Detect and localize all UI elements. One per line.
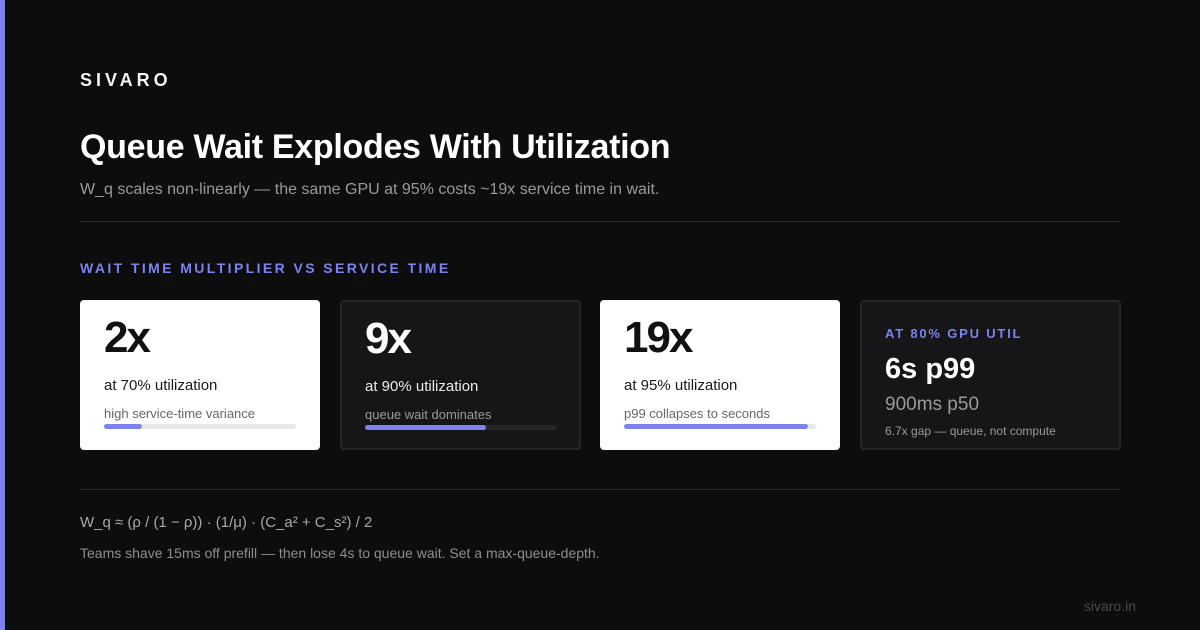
multiplier-value: 9x	[365, 314, 412, 363]
p99-stat-card: AT 80% GPU UTIL 6s p99 900ms p50 6.7x ga…	[860, 300, 1121, 450]
brand-logo: SIVARO	[80, 70, 172, 90]
header-divider	[80, 221, 1120, 222]
multiplier-value: 2x	[104, 313, 151, 362]
card-note: p99 collapses to seconds	[624, 406, 770, 421]
gap-note: 6.7x gap — queue, not compute	[885, 424, 1056, 438]
utilization-label: at 70% utilization	[104, 377, 218, 394]
card-note: high service-time variance	[104, 406, 256, 421]
page-title: Queue Wait Explodes With Utilization	[80, 128, 671, 166]
progress-fill	[624, 424, 809, 429]
progress-fill	[365, 425, 486, 430]
progress-track	[104, 424, 296, 429]
footnote: Teams shave 15ms off prefill — then lose…	[80, 545, 600, 561]
p50-value: 900ms p50	[885, 394, 980, 415]
multiplier-card-70: 2x at 70% utilization high service-time …	[80, 300, 320, 450]
multiplier-card-90: 9x at 90% utilization queue wait dominat…	[340, 300, 581, 450]
accent-bar	[0, 0, 5, 630]
utilization-label: at 95% utilization	[624, 377, 738, 394]
stat-eyebrow: AT 80% GPU UTIL	[885, 326, 1023, 341]
progress-fill	[104, 424, 143, 429]
multiplier-card-95: 19x at 95% utilization p99 collapses to …	[600, 300, 840, 450]
card-note: queue wait dominates	[365, 407, 492, 422]
site-url: sivaro.in	[1083, 598, 1136, 614]
progress-track	[624, 424, 816, 429]
section-label: WAIT TIME MULTIPLIER VS SERVICE TIME	[80, 260, 451, 276]
multiplier-value: 19x	[624, 313, 693, 362]
page-subtitle: W_q scales non-linearly — the same GPU a…	[80, 181, 660, 198]
footer-divider	[80, 489, 1120, 490]
utilization-label: at 90% utilization	[365, 378, 479, 395]
progress-track	[365, 425, 557, 430]
queue-formula: W_q ≈ (ρ / (1 − ρ)) · (1/μ) · (C_a² + C_…	[80, 514, 373, 531]
p99-value: 6s p99	[885, 353, 976, 385]
